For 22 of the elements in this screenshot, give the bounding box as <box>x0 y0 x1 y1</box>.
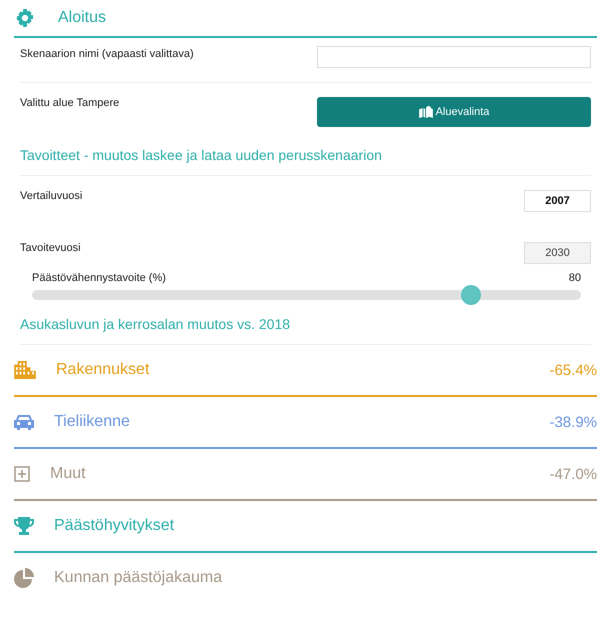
field-label: Vertailuvuosi <box>20 190 82 202</box>
section-value: -47.0% <box>549 466 597 482</box>
year-field[interactable]: 2007 <box>524 190 591 212</box>
section-value: -65.4% <box>549 362 597 378</box>
section-heading: Tavoitteet - muutos laskee ja lataa uuden perusskenaarion <box>20 147 382 163</box>
field-label: Valittu alue Tampere <box>20 97 120 111</box>
section-title[interactable]: Rakennukset <box>56 361 150 379</box>
gear-icon <box>16 9 34 27</box>
section-value: -38.9% <box>549 414 597 430</box>
section-title[interactable]: Aloitus <box>58 9 106 27</box>
section-title[interactable]: Päästöhyvitykset <box>54 517 174 535</box>
field-label: Tavoitevuosi <box>20 242 81 254</box>
section-title[interactable]: Muut <box>50 465 86 483</box>
input-field[interactable] <box>317 46 591 68</box>
field-label: Skenaarion nimi (vapaasti valittava) <box>20 48 194 62</box>
section-title[interactable]: Tieliikenne <box>54 413 130 431</box>
area-select-button[interactable]: Aluevalinta <box>317 97 591 127</box>
section-title[interactable]: Kunnan päästöjakauma <box>54 569 222 587</box>
section-heading: Asukasluvun ja kerrosalan muutos vs. 2018 <box>20 316 290 332</box>
slider-thumb[interactable] <box>461 285 482 305</box>
slider-reading: 80 <box>568 272 581 284</box>
slider-label: Päästövähennystavoite (%) <box>32 272 166 284</box>
